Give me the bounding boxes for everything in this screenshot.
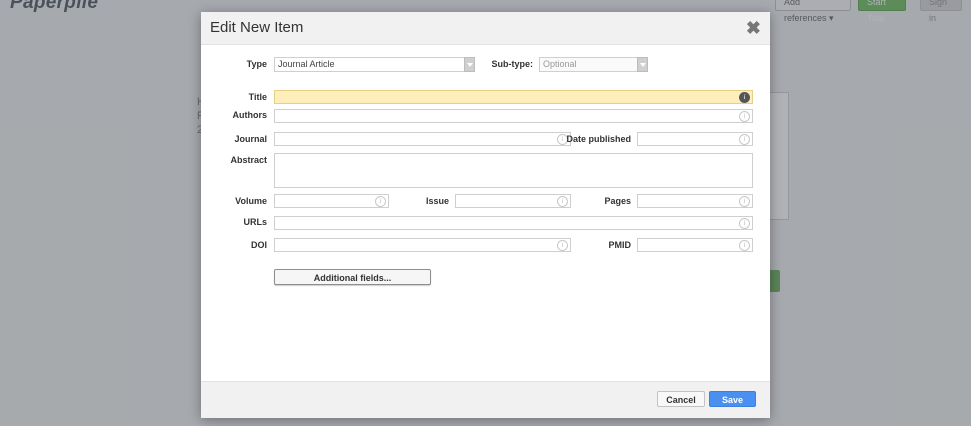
journal-field[interactable]: i <box>274 132 571 146</box>
info-icon[interactable]: i <box>739 196 750 207</box>
authors-input[interactable] <box>275 110 739 122</box>
date-published-label: Date published <box>566 134 631 144</box>
abstract-field[interactable] <box>274 153 753 188</box>
info-icon[interactable]: i <box>557 196 568 207</box>
info-icon[interactable]: i <box>739 134 750 145</box>
info-icon[interactable]: i <box>739 92 750 103</box>
type-select-value: Journal Article <box>278 59 335 69</box>
type-select[interactable]: Journal Article <box>274 57 475 72</box>
abstract-textarea[interactable] <box>275 154 739 185</box>
doi-label: DOI <box>250 240 267 250</box>
pages-label: Pages <box>604 196 631 206</box>
abstract-label: Abstract <box>230 155 267 165</box>
journal-input[interactable] <box>275 133 557 145</box>
subtype-select-placeholder: Optional <box>543 59 577 69</box>
urls-label: URLs <box>243 217 267 227</box>
volume-field[interactable]: i <box>274 194 389 208</box>
type-label: Type <box>246 59 267 69</box>
urls-field[interactable]: i <box>274 216 753 230</box>
edit-item-dialog: Edit New Item ✖ Type Journal Article Sub… <box>201 12 770 418</box>
chevron-down-icon[interactable] <box>637 57 648 72</box>
issue-label: Issue <box>425 196 449 206</box>
authors-field[interactable]: i <box>274 109 753 123</box>
subtype-select[interactable]: Optional <box>539 57 648 72</box>
save-button[interactable]: Save <box>709 391 756 407</box>
cancel-button[interactable]: Cancel <box>657 391 705 407</box>
issue-field[interactable]: i <box>455 194 571 208</box>
dialog-title: Edit New Item <box>210 19 304 36</box>
date-published-field[interactable]: i <box>637 132 753 146</box>
doi-input[interactable] <box>275 239 557 251</box>
date-published-input[interactable] <box>638 133 739 145</box>
info-icon[interactable]: i <box>739 218 750 229</box>
pmid-label: PMID <box>608 240 632 250</box>
subtype-label: Sub-type: <box>491 59 534 69</box>
chevron-down-icon[interactable] <box>464 57 475 72</box>
info-icon[interactable]: i <box>375 196 386 207</box>
pages-field[interactable]: i <box>637 194 753 208</box>
info-icon[interactable]: i <box>739 111 750 122</box>
urls-input[interactable] <box>275 217 739 229</box>
doi-field[interactable]: i <box>274 238 571 252</box>
pages-input[interactable] <box>638 195 739 207</box>
info-icon[interactable]: i <box>557 240 568 251</box>
title-field[interactable]: i <box>274 90 753 104</box>
title-input[interactable] <box>275 91 739 103</box>
pmid-field[interactable]: i <box>637 238 753 252</box>
title-label: Title <box>248 92 267 102</box>
close-icon[interactable]: ✖ <box>746 18 761 39</box>
issue-input[interactable] <box>456 195 557 207</box>
pmid-input[interactable] <box>638 239 739 251</box>
authors-label: Authors <box>232 110 268 120</box>
volume-label: Volume <box>235 196 267 206</box>
info-icon[interactable]: i <box>739 240 750 251</box>
journal-label: Journal <box>234 134 267 144</box>
additional-fields-button[interactable]: Additional fields... <box>274 269 431 285</box>
volume-input[interactable] <box>275 195 375 207</box>
dialog-header: Edit New Item ✖ <box>201 12 770 45</box>
